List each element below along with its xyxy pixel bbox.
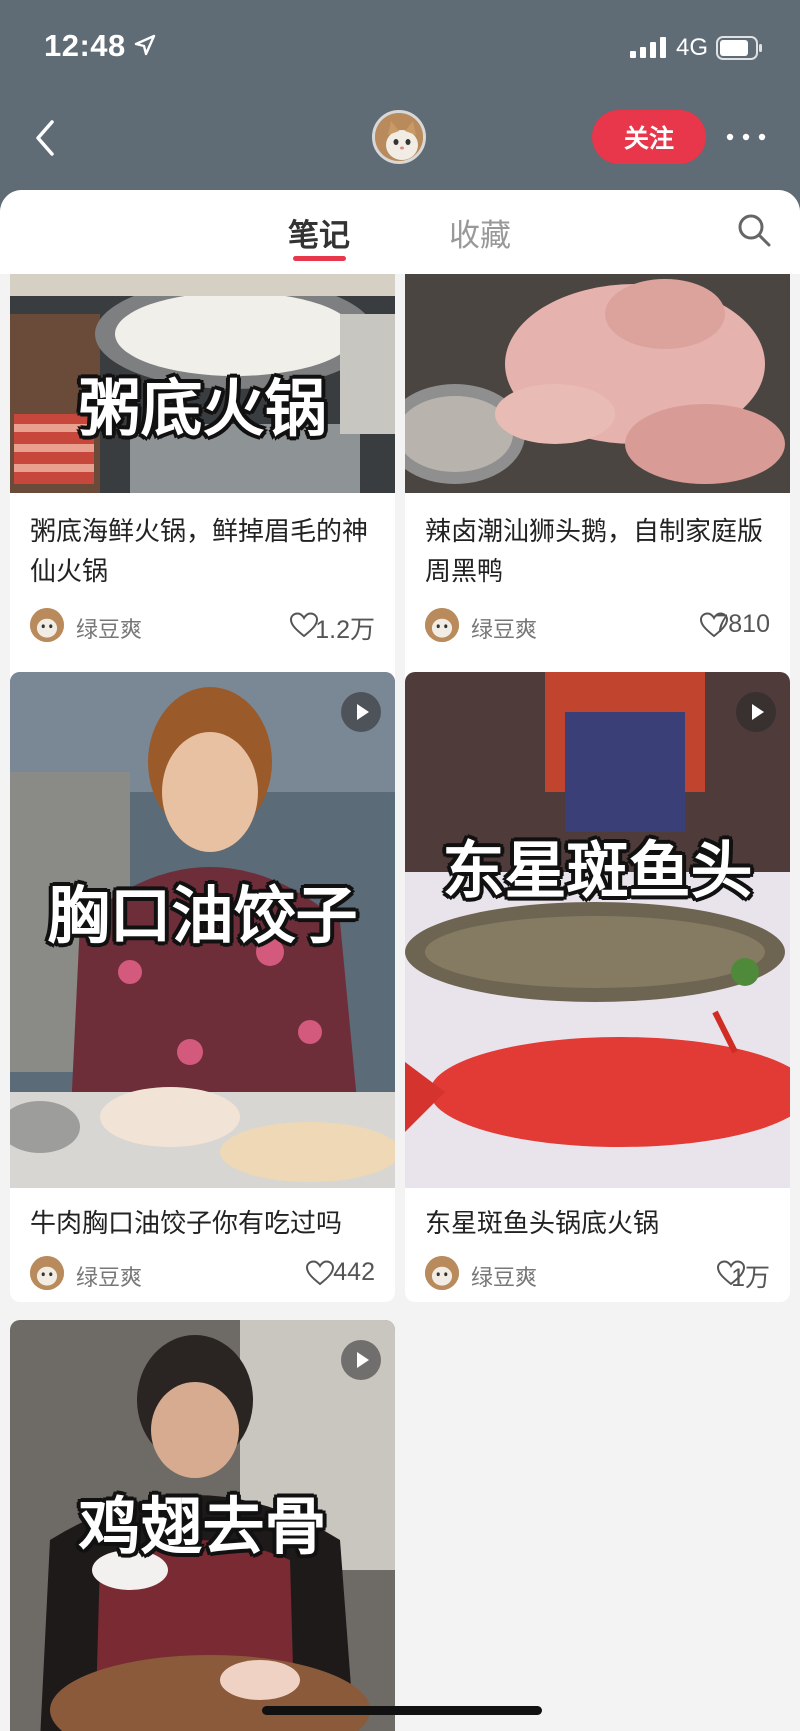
signal-icon [630, 37, 666, 58]
note-cover-image: 鸡翅去骨 [10, 1320, 395, 1731]
video-play-icon [341, 1340, 381, 1380]
author-name: 绿豆爽 [471, 1266, 538, 1291]
note-cover-image: 胸口油饺子 [10, 672, 395, 1188]
author-avatar [30, 1256, 64, 1290]
author-avatar [30, 608, 64, 642]
author-name: 绿豆爽 [471, 618, 538, 643]
status-time: 12:48 [44, 28, 126, 63]
network-type: 4G [676, 34, 709, 61]
tab-collections[interactable]: 收藏 [449, 210, 511, 255]
profile-avatar[interactable] [372, 110, 426, 164]
cover-overlay-text: 粥底火锅 [78, 372, 327, 445]
location-arrow-icon [134, 34, 156, 56]
cat-avatar-icon [30, 1256, 64, 1290]
note-cover-image: 东星斑鱼头 [405, 672, 790, 1188]
note-card[interactable]: 胸口油饺子 牛肉胸口油饺子你有吃过吗 绿豆爽 442 [10, 672, 395, 1302]
author-avatar [425, 1256, 459, 1290]
back-chevron-icon[interactable] [30, 116, 60, 160]
note-title: 东星斑鱼头锅底火锅 [425, 1209, 660, 1239]
status-bar: 12:48 4G [0, 0, 800, 96]
active-tab-indicator [293, 256, 346, 261]
content-sheet: 笔记 收藏 粥底火锅 粥底海鲜火锅，鲜掉眉毛的神仙火锅 绿豆爽 1.2万 辣卤潮… [0, 190, 800, 1731]
like-count: 442 [333, 1258, 375, 1286]
cat-avatar-icon [425, 608, 459, 642]
like-count: 1万 [731, 1264, 770, 1292]
note-card[interactable]: 鸡翅去骨 [10, 1320, 395, 1731]
fish-photo [405, 672, 790, 1188]
note-meta: 绿豆爽 1万 [425, 1256, 770, 1292]
note-meta: 绿豆爽 7810 [425, 608, 770, 644]
note-title: 牛肉胸口油饺子你有吃过吗 [30, 1209, 343, 1239]
author-avatar [425, 608, 459, 642]
note-meta: 绿豆爽 1.2万 [30, 608, 375, 644]
like-count: 7810 [714, 610, 770, 638]
cat-avatar-icon [30, 608, 64, 642]
cover-overlay-text: 鸡翅去骨 [78, 1490, 327, 1563]
cover-overlay-text: 东星斑鱼头 [442, 834, 753, 907]
author-name: 绿豆爽 [76, 1266, 143, 1291]
note-title: 辣卤潮汕狮头鹅，自制家庭版周黑鸭 [425, 517, 764, 587]
note-card[interactable]: 东星斑鱼头 东星斑鱼头锅底火锅 绿豆爽 1万 [405, 672, 790, 1302]
author-name: 绿豆爽 [76, 618, 143, 643]
goose-photo [405, 274, 790, 493]
video-play-icon [341, 692, 381, 732]
follow-button[interactable]: 关注 [592, 110, 706, 164]
search-icon[interactable] [736, 212, 772, 248]
battery-icon [716, 36, 762, 60]
video-play-icon [736, 692, 776, 732]
tab-notes[interactable]: 笔记 [288, 210, 350, 255]
tab-bar: 笔记 收藏 [0, 190, 800, 274]
note-title: 粥底海鲜火锅，鲜掉眉毛的神仙火锅 [30, 517, 369, 587]
cat-avatar-icon [375, 113, 423, 161]
note-cover-image: 粥底火锅 [10, 274, 395, 493]
note-meta: 绿豆爽 442 [30, 1256, 375, 1292]
note-cover-image [405, 274, 790, 493]
cat-avatar-icon [425, 1256, 459, 1290]
like-count: 1.2万 [315, 616, 375, 644]
cover-overlay-text: 胸口油饺子 [47, 879, 358, 952]
heart-icon[interactable] [306, 1260, 334, 1286]
home-indicator[interactable] [262, 1706, 542, 1715]
more-options-icon[interactable] [724, 124, 768, 150]
heart-icon[interactable] [290, 612, 318, 638]
